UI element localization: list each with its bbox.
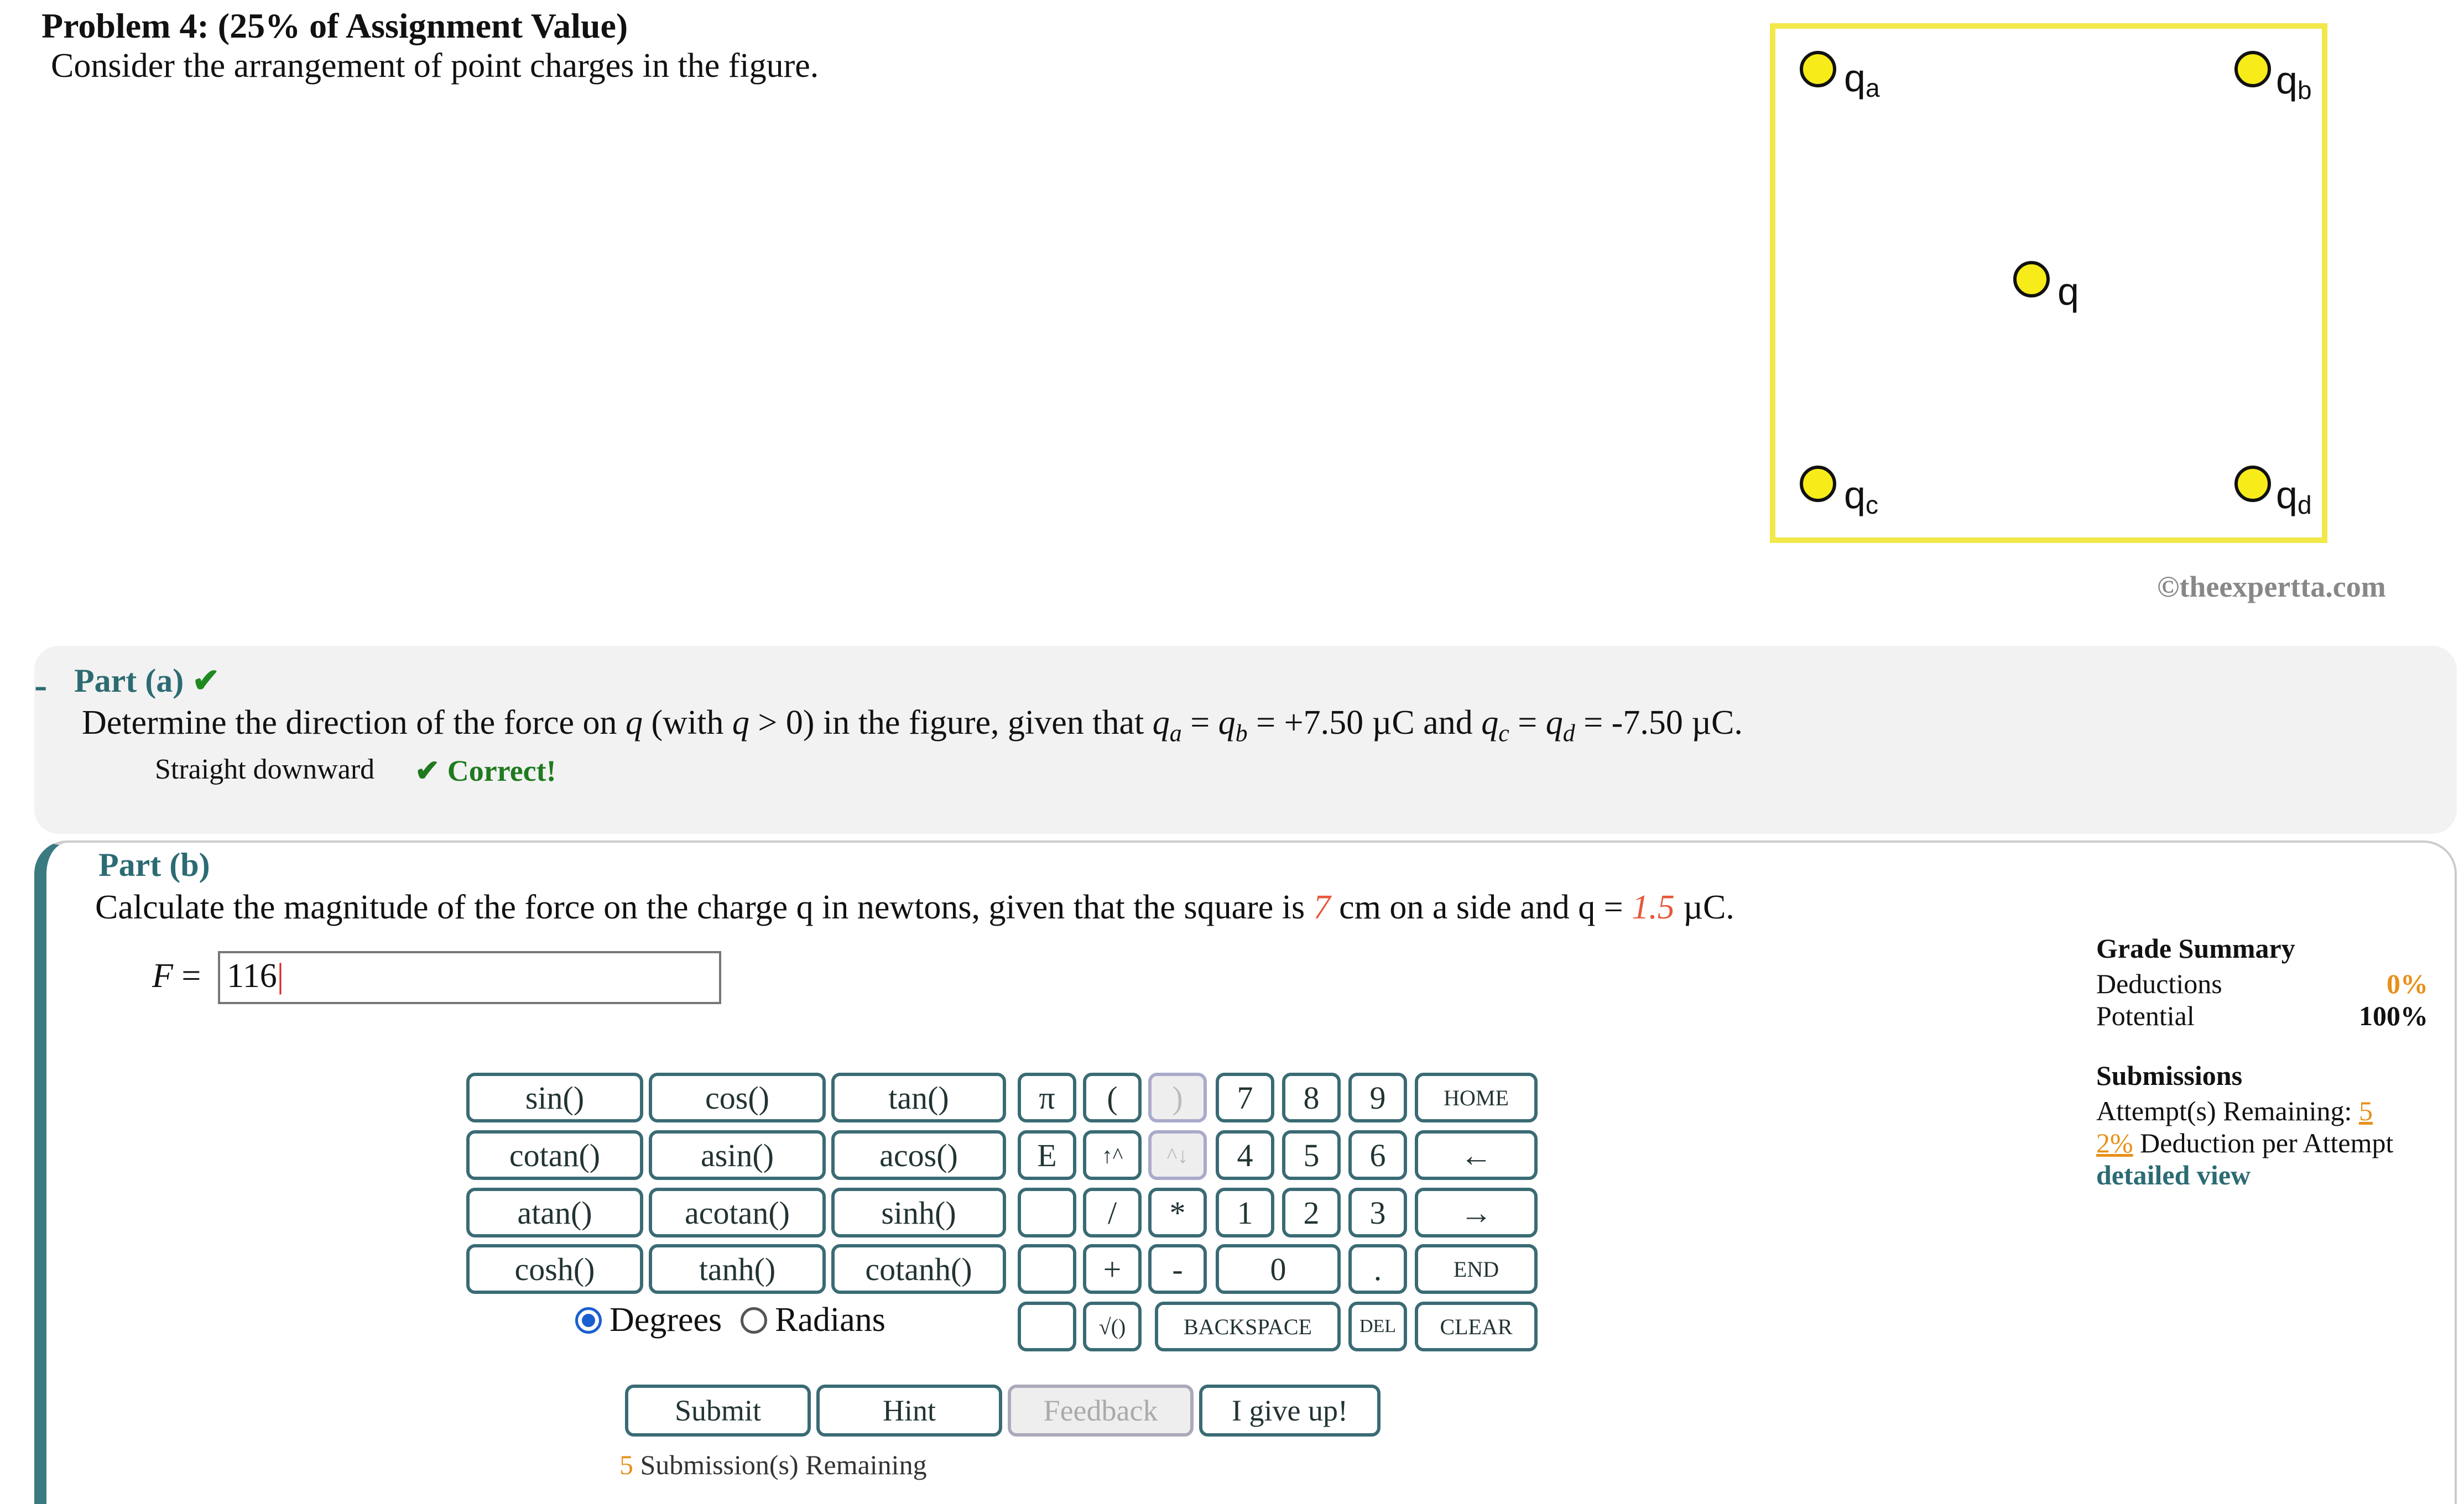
charge-qd-dot	[2234, 466, 2271, 502]
key-tan[interactable]: tan()	[831, 1073, 1006, 1122]
key-sinh[interactable]: sinh()	[831, 1188, 1006, 1237]
key-1[interactable]: 1	[1216, 1188, 1274, 1237]
give-up-button[interactable]: I give up!	[1199, 1385, 1381, 1437]
key-6[interactable]: 6	[1348, 1130, 1407, 1180]
deduction-per-attempt: 2% Deduction per Attempt	[2096, 1127, 2394, 1158]
key-pi[interactable]: π	[1018, 1073, 1076, 1122]
key-clear[interactable]: CLEAR	[1415, 1302, 1538, 1351]
key-4[interactable]: 4	[1216, 1130, 1274, 1180]
key-end[interactable]: END	[1415, 1244, 1538, 1294]
key-plus[interactable]: +	[1083, 1244, 1142, 1294]
key-home[interactable]: HOME	[1415, 1073, 1538, 1122]
charge-qb-label: qb	[2276, 59, 2312, 105]
key-del[interactable]: DEL	[1348, 1302, 1407, 1351]
key-5[interactable]: 5	[1282, 1130, 1341, 1180]
grade-summary: Grade Summary Deductions 0% Potential 10…	[2096, 932, 2428, 1191]
key-decimal[interactable]: .	[1348, 1244, 1407, 1294]
charge-qc-label: qc	[1844, 473, 1878, 519]
key-cotan[interactable]: cotan()	[466, 1130, 643, 1180]
figure-watermark: ©theexpertta.com	[2157, 570, 2386, 603]
degrees-label: Degrees	[610, 1301, 722, 1339]
key-tanh[interactable]: tanh()	[649, 1244, 826, 1294]
key-9[interactable]: 9	[1348, 1073, 1407, 1122]
hint-button[interactable]: Hint	[816, 1385, 1002, 1437]
key-asin[interactable]: asin()	[649, 1130, 826, 1180]
key-star[interactable]: *	[1148, 1188, 1207, 1237]
key-blank-3[interactable]	[1018, 1302, 1076, 1351]
attempts-remaining: Attempt(s) Remaining: 5	[2096, 1095, 2373, 1126]
answer-input[interactable]: 116	[218, 951, 721, 1004]
part-b-question: Calculate the magnitude of the force on …	[95, 889, 1734, 926]
submissions-title: Submissions	[2096, 1060, 2243, 1091]
radians-label: Radians	[775, 1301, 885, 1339]
charge-qc-dot	[1800, 466, 1836, 502]
key-3[interactable]: 3	[1348, 1188, 1407, 1237]
key-cotanh[interactable]: cotanh()	[831, 1244, 1006, 1294]
charge-qd-label: qd	[2276, 473, 2312, 519]
key-acos[interactable]: acos()	[831, 1130, 1006, 1180]
charge-q-label: q	[2057, 270, 2079, 313]
key-2[interactable]: 2	[1282, 1188, 1341, 1237]
charge-qa-label: qa	[1844, 56, 1880, 102]
part-a-question: Determine the direction of the force on …	[82, 704, 1743, 747]
part-a-collapse-toggle[interactable]: -	[34, 664, 47, 708]
key-cosh[interactable]: cosh()	[466, 1244, 643, 1294]
answer-label: F =	[152, 957, 201, 995]
key-sqrt[interactable]: √()	[1083, 1302, 1142, 1351]
problem-title: Problem 4: (25% of Assignment Value)	[41, 6, 628, 45]
potential-label: Potential	[2096, 1000, 2195, 1031]
part-b-title[interactable]: Part (b)	[98, 846, 210, 884]
charge-q-dot	[2013, 261, 2050, 297]
submissions-remaining-note: 5 Submission(s) Remaining	[619, 1449, 927, 1480]
key-left-arrow[interactable]: ←	[1415, 1130, 1538, 1180]
radians-radio[interactable]	[741, 1307, 768, 1334]
degrees-radio[interactable]	[575, 1307, 602, 1334]
submit-button[interactable]: Submit	[625, 1385, 811, 1437]
feedback-button[interactable]: Feedback	[1008, 1385, 1194, 1437]
detailed-view-link[interactable]: detailed view	[2096, 1159, 2428, 1191]
key-acotan[interactable]: acotan()	[649, 1188, 826, 1237]
deductions-label: Deductions	[2096, 968, 2222, 999]
key-down-power[interactable]: ^↓	[1148, 1130, 1207, 1180]
key-blank-2[interactable]	[1018, 1244, 1076, 1294]
key-up-power[interactable]: ↑^	[1083, 1130, 1142, 1180]
part-a-title[interactable]: Part (a) ✔	[74, 661, 220, 700]
deductions-value: 0%	[2387, 968, 2428, 999]
key-backspace[interactable]: BACKSPACE	[1155, 1302, 1341, 1351]
key-minus[interactable]: -	[1148, 1244, 1207, 1294]
key-cos[interactable]: cos()	[649, 1073, 826, 1122]
key-slash[interactable]: /	[1083, 1188, 1142, 1237]
charge-qb-dot	[2234, 51, 2271, 87]
charge-figure: qa qb q qc qd	[1770, 23, 2327, 543]
problem-intro: Consider the arrangement of point charge…	[51, 47, 819, 85]
key-sin[interactable]: sin()	[466, 1073, 643, 1122]
key-right-arrow[interactable]: →	[1415, 1188, 1538, 1237]
part-a-feedback: ✔ Correct!	[415, 754, 556, 787]
part-a-answer: Straight downward	[155, 754, 375, 785]
key-blank-1[interactable]	[1018, 1188, 1076, 1237]
grade-summary-title: Grade Summary	[2096, 933, 2295, 964]
key-rparen[interactable]: )	[1148, 1073, 1207, 1122]
key-7[interactable]: 7	[1216, 1073, 1274, 1122]
key-e[interactable]: E	[1018, 1130, 1076, 1180]
charge-qa-dot	[1800, 51, 1836, 87]
angle-mode-selector: Degrees Radians	[575, 1301, 885, 1340]
key-lparen[interactable]: (	[1083, 1073, 1142, 1122]
potential-value: 100%	[2359, 1000, 2428, 1031]
check-icon: ✔	[192, 662, 220, 699]
key-8[interactable]: 8	[1282, 1073, 1341, 1122]
key-0[interactable]: 0	[1216, 1244, 1341, 1294]
key-atan[interactable]: atan()	[466, 1188, 643, 1237]
